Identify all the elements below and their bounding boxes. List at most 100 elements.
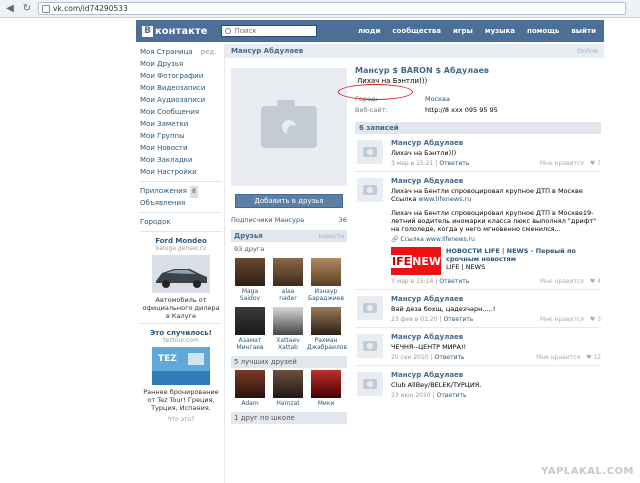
ad-block-tez[interactable]: Это случилось! teztour.com TEZ Раннее бр… — [140, 329, 222, 412]
friend-card[interactable]: Adam — [231, 368, 269, 407]
profile-status[interactable]: Лихач на Бэнтли))) — [357, 77, 601, 85]
sidebar-item-bookmarks[interactable]: Мои Закладки — [140, 154, 222, 166]
address-bar[interactable]: vk.com/id74290533 — [38, 2, 626, 15]
profile-avatar[interactable] — [231, 68, 347, 186]
post-avatar[interactable] — [357, 334, 383, 358]
friend-name: Adam — [241, 400, 259, 407]
friend-card[interactable]: Рахман Джабраилов — [307, 305, 347, 351]
post-date[interactable]: 23 фев в 01:20 — [391, 316, 438, 323]
reply-link[interactable]: Ответить — [435, 354, 465, 361]
news-thumbnail[interactable]: IFE NEW — [391, 247, 441, 275]
post-author[interactable]: Мансур Абдулаев — [391, 139, 601, 147]
ad-title[interactable]: Это случилось! — [140, 329, 222, 337]
camera-icon — [261, 100, 317, 148]
post-author[interactable]: Мансур Абдулаев — [391, 371, 601, 379]
post-date[interactable]: 3 мар в 15:21 — [391, 160, 433, 167]
post-date[interactable]: 3 мар в 15:14 — [391, 278, 433, 285]
search-input[interactable] — [234, 26, 315, 36]
info-value[interactable]: Москва — [425, 95, 450, 103]
nav-help[interactable]: помощь — [527, 27, 559, 35]
best-friends-grid: Adam Hamzat Мики — [231, 368, 347, 410]
friend-card[interactable]: Мики — [307, 368, 345, 407]
reply-link[interactable]: Ответить — [439, 278, 469, 285]
post-author[interactable]: Мансур Абдулаев — [391, 333, 601, 341]
post-text-2: Лихач на Бентли спровоцировал крупное ДТ… — [391, 209, 597, 233]
reply-link[interactable]: Ответить — [444, 316, 474, 323]
friend-card[interactable]: Maga Saidov — [231, 256, 269, 302]
ad-tour-image[interactable]: TEZ — [152, 347, 210, 385]
heart-icon[interactable]: ♥ 4 — [590, 278, 601, 285]
post-author[interactable]: Мансур Абдулаев — [391, 295, 601, 303]
post-date[interactable]: 20 сен 2010 — [391, 354, 429, 361]
friend-card[interactable]: Hamzat — [269, 368, 307, 407]
wall-header[interactable]: 6 записей — [355, 122, 601, 134]
separator: | — [435, 278, 438, 285]
post-avatar[interactable] — [357, 296, 383, 320]
sidebar-item-videos[interactable]: Мои Видеозаписи — [140, 82, 222, 94]
like-count: 3 — [597, 316, 601, 323]
add-friend-button[interactable]: Добавить в друзья — [235, 194, 343, 208]
like-button[interactable]: Мне нравится — [540, 160, 584, 167]
friend-last-name: Saidov — [239, 295, 261, 302]
like-button[interactable]: Мне нравится — [536, 354, 580, 361]
school-friends-title: 1 друг по школе — [234, 414, 295, 422]
friend-card[interactable]: alaa nader — [269, 256, 307, 302]
post-avatar[interactable] — [357, 140, 383, 164]
post-avatar[interactable] — [357, 178, 383, 202]
ad-info-link[interactable]: Что это? — [140, 416, 222, 423]
sidebar-item-my-page[interactable]: Моя Страница ред. — [140, 46, 222, 58]
camera-icon — [363, 341, 377, 351]
like-button[interactable]: Мне нравится — [540, 278, 584, 285]
friends-count[interactable]: 93 друга — [231, 242, 347, 256]
friend-card[interactable]: Изнаур Бараджиев — [307, 256, 345, 302]
friend-card[interactable]: Азамат Мингаев — [231, 305, 269, 351]
sidebar-item-city[interactable]: Городок — [140, 216, 222, 228]
nav-games[interactable]: игры — [453, 27, 473, 35]
sidebar-item-audio[interactable]: Мои Аудиозаписи — [140, 94, 222, 106]
vk-logo[interactable]: В контакте — [142, 25, 207, 37]
friend-avatar — [273, 258, 303, 286]
post-date[interactable]: 23 июн 2010 — [391, 392, 431, 399]
nav-music[interactable]: музыка — [485, 27, 515, 35]
sidebar-item-notes[interactable]: Мои Заметки — [140, 118, 222, 130]
refresh-icon[interactable]: ↻ — [20, 2, 34, 16]
wall-post: Мансур Абдулаев Лихач на Бэнтли))) 3 мар… — [355, 134, 601, 172]
link-attachment[interactable]: 🔗 Ссылка www.lifenews.ru — [391, 236, 601, 244]
news-preview[interactable]: IFE NEW НОВОСТИ LIFE | NEWS - Первый по с… — [391, 247, 601, 275]
heart-icon[interactable]: ♥ 12 — [586, 354, 601, 361]
friends-header[interactable]: Друзья новости — [231, 230, 347, 242]
nav-people[interactable]: люди — [358, 27, 381, 35]
edit-link[interactable]: ред. — [201, 48, 217, 56]
profile-main: Мансур Абдулаев Online Добавить в друзья… — [224, 44, 604, 483]
ad-block-ford[interactable]: Ford Mondeo kaluga.genser.ru Автомобиль … — [140, 237, 222, 320]
sidebar-item-messages[interactable]: Мои Сообщения — [140, 106, 222, 118]
post-link[interactable]: www.lifenews.ru — [418, 195, 471, 203]
nav-communities[interactable]: сообщества — [392, 27, 441, 35]
school-friends-header[interactable]: 1 друг по школе — [231, 412, 347, 424]
post-avatar[interactable] — [357, 372, 383, 396]
reply-link[interactable]: Ответить — [437, 392, 467, 399]
attach-link[interactable]: www.lifenews.ru — [426, 236, 475, 244]
info-value[interactable]: http://8 xxx 095 95 95 — [425, 106, 498, 114]
post-author[interactable]: Мансур Абдулаев — [391, 177, 601, 185]
sidebar-item-groups[interactable]: Мои Группы — [140, 130, 222, 142]
back-icon[interactable]: ◀ — [3, 2, 17, 16]
best-friends-header[interactable]: 5 лучших друзей — [231, 356, 347, 368]
sidebar-item-friends[interactable]: Мои Друзья — [140, 58, 222, 70]
subscribers-link[interactable]: Подписчики Мансура 36 — [231, 216, 347, 224]
sidebar-item-ads[interactable]: Объявления — [140, 197, 222, 209]
sidebar-item-news[interactable]: Мои Новости — [140, 142, 222, 154]
ad-car-image[interactable] — [152, 255, 210, 293]
sidebar-item-apps[interactable]: Приложения 8 — [140, 185, 222, 198]
reply-link[interactable]: Ответить — [439, 160, 469, 167]
nav-logout[interactable]: выйти — [571, 27, 596, 35]
sidebar-item-settings[interactable]: Мои Настройки — [140, 166, 222, 178]
friends-news-link[interactable]: новости — [319, 233, 345, 240]
like-button[interactable]: Мне нравится — [540, 316, 584, 323]
ad-title[interactable]: Ford Mondeo — [140, 237, 222, 245]
friend-card[interactable]: Xattaev Xattab — [269, 305, 307, 351]
heart-icon[interactable]: ♥ 3 — [590, 316, 601, 323]
heart-icon[interactable]: ♥ 7 — [590, 160, 601, 167]
sidebar-item-photos[interactable]: Мои Фотографии — [140, 70, 222, 82]
news-title[interactable]: НОВОСТИ LIFE | NEWS - Первый по срочным … — [446, 247, 601, 263]
